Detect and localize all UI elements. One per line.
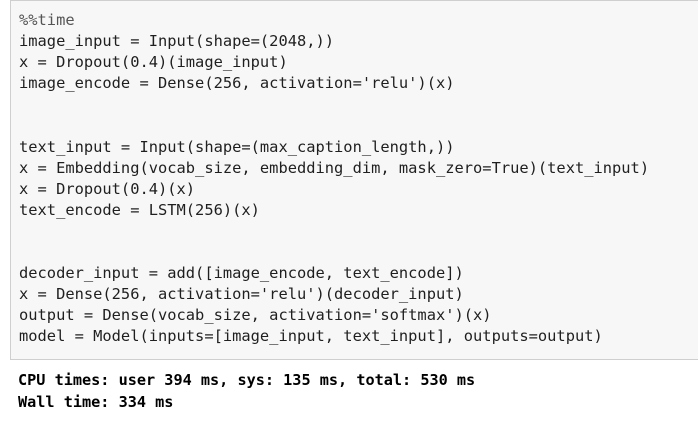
code-line: text_encode = LSTM(256)(x)	[19, 200, 260, 219]
wall-time-output: Wall time: 334 ms	[18, 392, 174, 411]
code-line: model = Model(inputs=[image_input, text_…	[19, 327, 603, 346]
cell-output: CPU times: user 394 ms, sys: 135 ms, tot…	[18, 370, 475, 413]
code-line: decoder_input = add([image_encode, text_…	[19, 264, 464, 283]
code-line: x = Dropout(0.4)(x)	[19, 179, 196, 198]
cpu-times-output: CPU times: user 394 ms, sys: 135 ms, tot…	[18, 371, 476, 389]
code-line: output = Dense(vocab_size, activation='s…	[19, 306, 492, 325]
code-editor[interactable]: %%time image_input = Input(shape=(2048,))…	[19, 10, 649, 348]
code-line: image_encode = Dense(256, activation='re…	[19, 74, 455, 93]
code-line: x = Embedding(vocab_size, embedding_dim,…	[19, 158, 650, 177]
code-line: x = Dense(256, activation='relu')(decode…	[19, 285, 464, 304]
code-line: image_input = Input(shape=(2048,))	[19, 32, 335, 51]
code-line-magic: %%time	[19, 11, 75, 29]
code-line: x = Dropout(0.4)(image_input)	[19, 53, 288, 72]
code-cell[interactable]: %%time image_input = Input(shape=(2048,))…	[10, 0, 698, 360]
code-line: text_input = Input(shape=(max_caption_le…	[19, 137, 455, 156]
